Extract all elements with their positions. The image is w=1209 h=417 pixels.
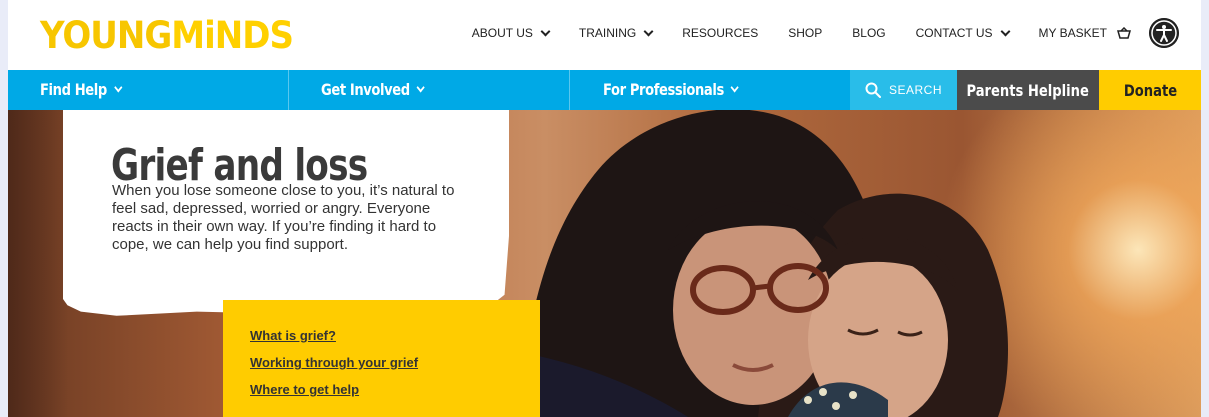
chevron-down-icon — [730, 82, 739, 93]
nav-resources[interactable]: RESOURCES — [682, 26, 758, 40]
link-where-to-get-help[interactable]: Where to get help — [250, 382, 418, 397]
accessibility-icon[interactable] — [1149, 18, 1179, 48]
nav-shop[interactable]: SHOP — [788, 26, 822, 40]
nav-for-professionals[interactable]: For Professionals — [603, 70, 739, 110]
nav-contact-us[interactable]: CONTACT US — [916, 26, 1010, 40]
top-bar: YOUNGMiNDS ABOUT US TRAINING RESOURCES S… — [8, 0, 1201, 70]
youngminds-logo[interactable]: YOUNGMiNDS — [40, 14, 294, 58]
search-button[interactable]: SEARCH — [850, 70, 957, 110]
search-label: SEARCH — [888, 83, 942, 97]
divider — [569, 70, 570, 110]
top-navigation: ABOUT US TRAINING RESOURCES SHOP BLOG CO… — [442, 26, 1131, 40]
chevron-down-icon — [416, 82, 425, 93]
nav-about-us[interactable]: ABOUT US — [472, 26, 551, 40]
nav-training[interactable]: TRAINING — [579, 26, 654, 40]
divider — [288, 70, 289, 110]
donate-button[interactable]: Donate — [1099, 70, 1201, 110]
hero-photo-people — [508, 110, 1008, 417]
nav-find-help[interactable]: Find Help — [40, 70, 122, 110]
nav-get-involved[interactable]: Get Involved — [321, 70, 425, 110]
chevron-down-icon — [643, 26, 654, 36]
link-working-through-grief[interactable]: Working through your grief — [250, 355, 418, 370]
chevron-down-icon — [113, 82, 122, 93]
quick-links: What is grief? Working through your grie… — [250, 328, 418, 409]
parents-helpline-button[interactable]: Parents Helpline — [957, 70, 1099, 110]
nav-my-basket[interactable]: MY BASKET — [1039, 26, 1131, 40]
intro-text: When you lose someone close to you, it’s… — [112, 182, 455, 253]
nav-blog[interactable]: BLOG — [852, 26, 885, 40]
chevron-down-icon — [1000, 26, 1010, 36]
link-what-is-grief[interactable]: What is grief? — [250, 328, 418, 343]
chevron-down-icon — [540, 26, 551, 36]
main-navigation: Find Help Get Involved For Professionals… — [8, 70, 1201, 110]
hero-shadow — [8, 110, 68, 417]
search-icon — [865, 82, 881, 98]
page: YOUNGMiNDS ABOUT US TRAINING RESOURCES S… — [8, 0, 1201, 417]
basket-icon — [1117, 27, 1131, 39]
